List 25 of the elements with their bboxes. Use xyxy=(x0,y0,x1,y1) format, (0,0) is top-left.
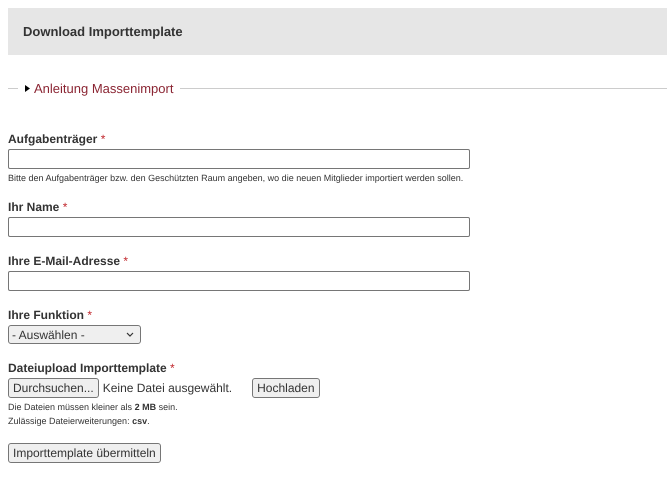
browse-button[interactable]: Durchsuchen... xyxy=(8,378,99,398)
caret-icon xyxy=(25,85,30,92)
required-mark: * xyxy=(62,200,68,214)
field-label: Ihre E-Mail-Adresse xyxy=(8,254,122,268)
text-field[interactable] xyxy=(8,149,470,169)
field-label: Aufgabenträger xyxy=(8,132,98,146)
file-status: Keine Datei ausgewählt. xyxy=(102,381,232,395)
required-mark: * xyxy=(123,254,128,268)
upload-button[interactable]: Hochladen xyxy=(252,378,320,398)
required-mark: * xyxy=(170,361,175,375)
required-mark: * xyxy=(100,132,106,146)
field-label: Dateiupload Importtemplate xyxy=(8,361,168,375)
required-mark: * xyxy=(87,308,92,322)
text-field[interactable] xyxy=(8,271,470,291)
field-label: Ihre Funktion xyxy=(8,308,85,322)
select-dropdown[interactable]: - Auswählen - xyxy=(8,325,141,344)
section-title: Download Importtemplate xyxy=(23,24,183,39)
field-label: Ihr Name xyxy=(8,200,60,214)
instructions-toggle[interactable]: Anleitung Massenimport xyxy=(22,81,176,96)
help-text: Bitte den Aufgabenträger bzw. den Geschützten Raum angeben, wo die neuen Mitglieder importiert werden sollen. xyxy=(8,173,464,183)
chevron-icon xyxy=(126,332,134,337)
help-text: Zulässige Dateierweiterungen: csv. xyxy=(8,416,151,426)
text-field[interactable] xyxy=(8,217,470,237)
submit-button[interactable]: Importtemplate übermitteln xyxy=(8,443,161,463)
help-text: Die Dateien müssen kleiner als 2 MB sein. xyxy=(8,402,179,412)
